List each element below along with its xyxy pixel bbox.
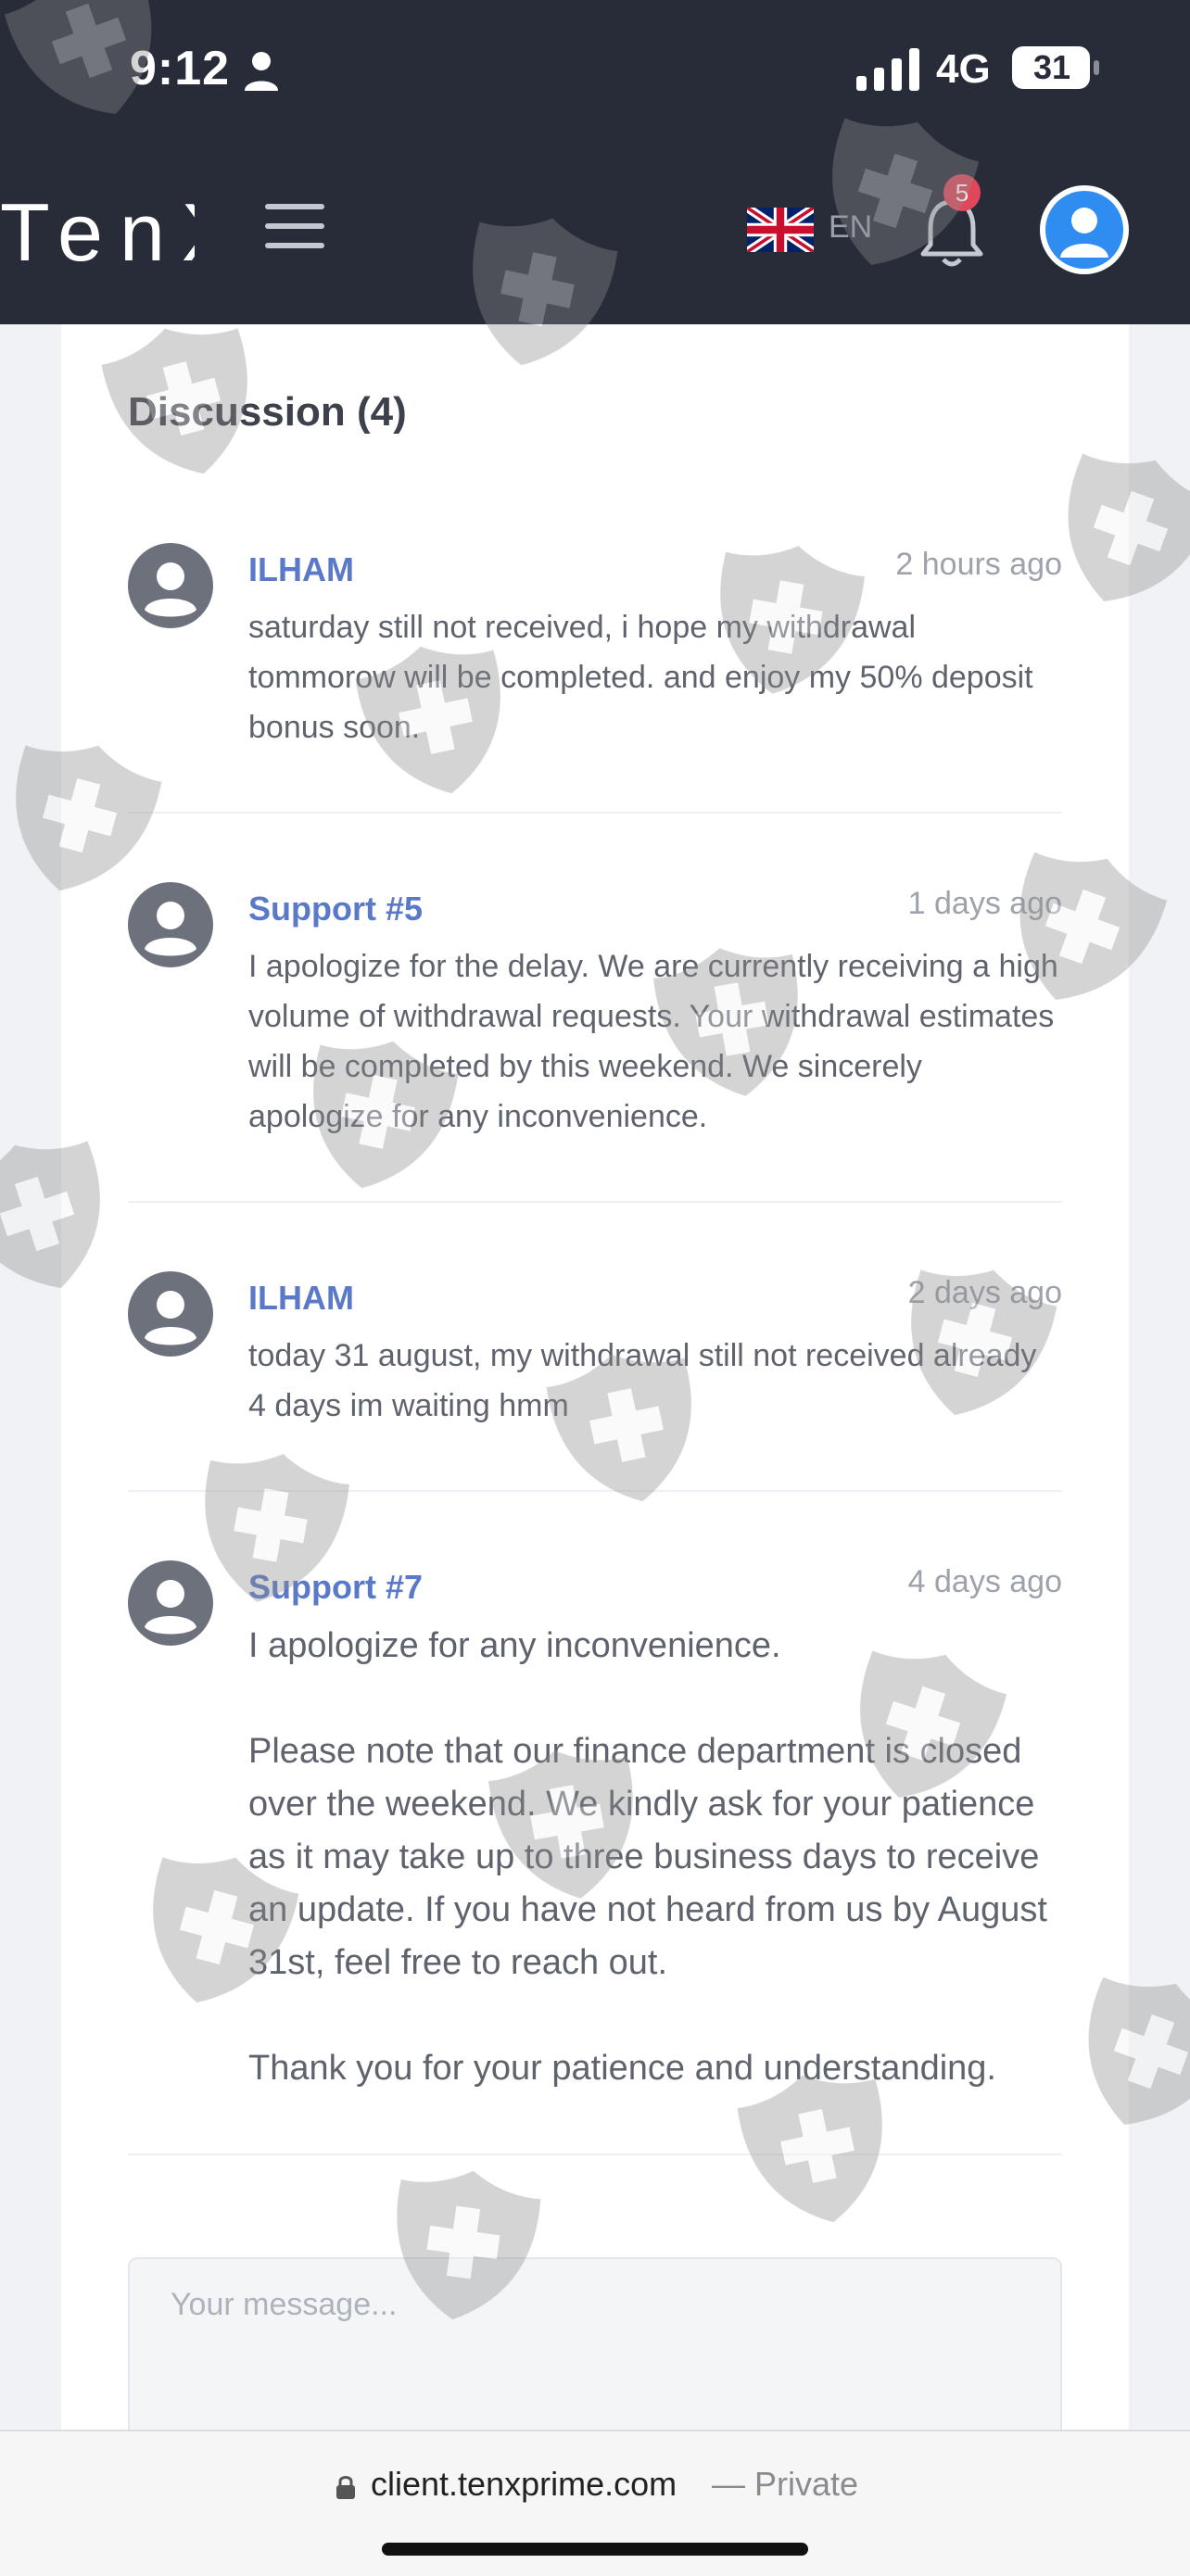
comment-divider (128, 1201, 1062, 1203)
network-type: 4G (936, 46, 991, 92)
default-user-avatar-icon (128, 1560, 213, 1646)
user-avatar-icon (1045, 191, 1123, 269)
comment-item: Support #5 1 days ago I apologize for th… (128, 882, 1062, 1151)
default-user-avatar-icon (128, 882, 213, 967)
home-indicator[interactable] (382, 2543, 808, 2556)
person-icon (245, 52, 278, 91)
brand-logo[interactable]: TenX (0, 182, 195, 284)
comment-body: I apologize for the delay. We are curren… (248, 949, 1058, 1134)
default-user-avatar-icon (128, 1271, 213, 1357)
comment-item: ILHAM 2 hours ago saturday still not rec… (128, 543, 1062, 756)
comment-author[interactable]: ILHAM (248, 1279, 354, 1318)
cellular-signal-icon (856, 48, 919, 91)
status-time: 9:12 (130, 42, 231, 95)
comment-author[interactable]: Support #5 (248, 890, 423, 928)
discussion-title: Discussion (4) (128, 389, 407, 435)
notification-badge: 5 (943, 174, 981, 211)
comment-timestamp: 2 days ago (907, 1275, 1062, 1310)
default-user-avatar-icon (128, 543, 213, 628)
comment-body: I apologize for any inconvenience. Pleas… (248, 1626, 1047, 2088)
comment-timestamp: 1 days ago (907, 886, 1062, 921)
lock-icon (336, 2476, 355, 2499)
comment-timestamp: 2 hours ago (895, 547, 1062, 582)
battery-level: 31 (1032, 48, 1071, 86)
private-mode-label: — Private (712, 2465, 859, 2503)
uk-flag-icon[interactable] (747, 208, 814, 252)
url-text[interactable]: client.tenxprime.com (371, 2465, 677, 2504)
comment-timestamp: 4 days ago (907, 1564, 1062, 1599)
comment-item: ILHAM 2 days ago today 31 august, my wit… (128, 1271, 1062, 1438)
app-header: 9:12 4G 31 TenX EN 5 (0, 0, 1190, 324)
comment-item: Support #7 4 days ago I apologize for an… (128, 1560, 1062, 2116)
user-avatar-button[interactable] (1040, 185, 1129, 274)
comment-author[interactable]: ILHAM (248, 550, 354, 589)
language-label[interactable]: EN (829, 209, 872, 246)
message-input[interactable] (128, 2257, 1062, 2443)
comment-divider (128, 2153, 1062, 2155)
comment-body: saturday still not received, i hope my w… (248, 610, 1033, 745)
comment-divider (128, 812, 1062, 814)
comment-author[interactable]: Support #7 (248, 1568, 423, 1607)
comment-body: today 31 august, my withdrawal still not… (248, 1338, 1037, 1423)
comment-divider (128, 1490, 1062, 1492)
hamburger-menu-icon[interactable] (265, 202, 324, 250)
